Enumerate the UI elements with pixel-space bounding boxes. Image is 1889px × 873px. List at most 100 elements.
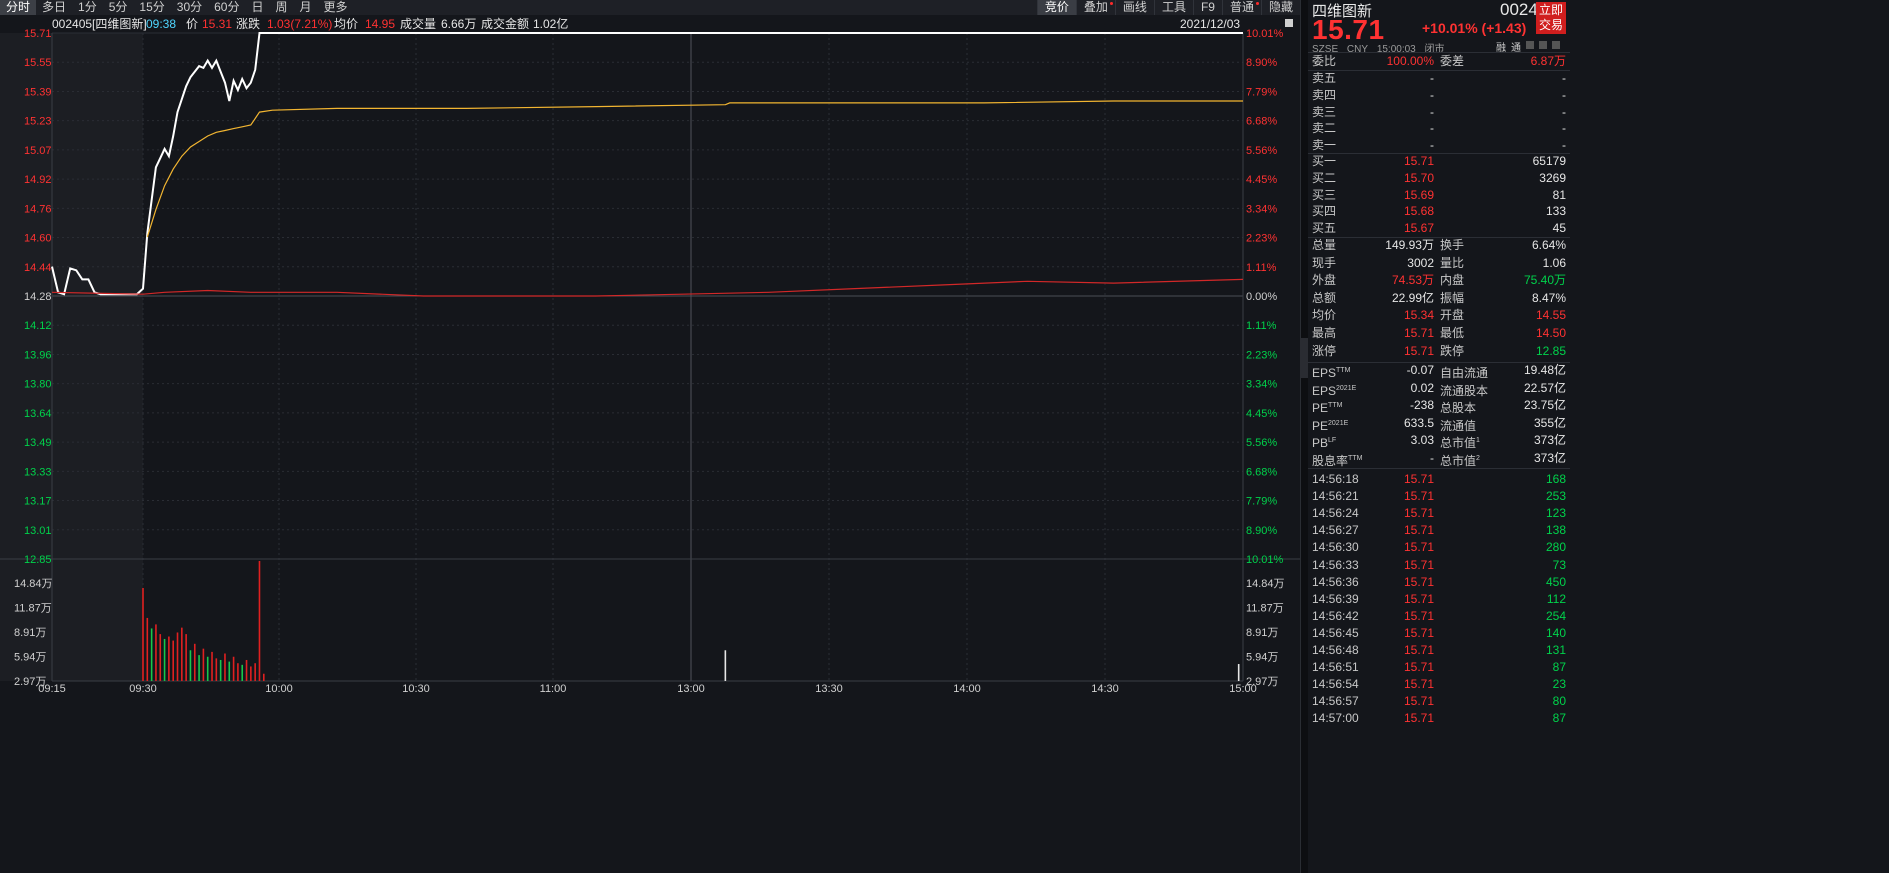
fund-value: 373亿 (1533, 433, 1566, 448)
volume-bar (142, 588, 144, 681)
stat-label: 现手 (1312, 255, 1337, 270)
tick-time: 14:56:18 (1312, 472, 1359, 486)
fundamentals-row: PE2021E 633.5 流通值 355亿 (1308, 415, 1570, 433)
tick-row: 14:56:57 15.71 80 (1308, 693, 1570, 710)
tick-row: 14:56:42 15.71 254 (1308, 608, 1570, 625)
period-tab[interactable]: 日 (245, 0, 269, 15)
y-tick-label-right: 6.68% (1246, 466, 1277, 478)
tool-button[interactable]: F9 (1192, 0, 1222, 15)
tool-button[interactable]: 普通 (1221, 0, 1261, 15)
fund-value: -0.07 (1406, 363, 1434, 377)
volume-bar (176, 632, 179, 681)
panel-divider[interactable] (1300, 0, 1308, 873)
period-tab[interactable]: 60分 (208, 0, 245, 15)
volume-bar (228, 661, 231, 681)
period-tab[interactable]: 分时 (0, 0, 37, 15)
add-icon[interactable] (1552, 41, 1560, 49)
fund-value: 22.57亿 (1523, 380, 1566, 395)
fund-label-sup: TTM (1336, 367, 1351, 374)
stat-label: 总额 (1312, 290, 1337, 305)
volume-tick-label-right: 8.91万 (1246, 627, 1278, 639)
tick-time: 14:56:27 (1312, 523, 1359, 538)
bids-price: 15.70 (1403, 170, 1434, 185)
y-tick-label: 13.80 (24, 379, 52, 391)
pencil-icon[interactable] (1526, 41, 1534, 49)
y-tick-label-right: 2.23% (1246, 349, 1277, 361)
stat-label: 跌停 (1440, 343, 1465, 358)
y-tick-label: 14.60 (24, 233, 52, 245)
bids-price: 15.71 (1403, 154, 1434, 168)
y-tick-label-right: 5.56% (1246, 145, 1277, 157)
stat-value: 15.71 (1403, 326, 1434, 340)
tick-row: 14:56:45 15.71 140 (1308, 625, 1570, 642)
bell-icon[interactable] (1539, 41, 1547, 49)
period-tab[interactable]: 月 (294, 0, 318, 15)
volume-bar (206, 656, 209, 681)
tick-volume: 280 (1545, 540, 1566, 555)
period-tab[interactable]: 1分 (72, 0, 103, 15)
stats-row: 外盘 74.53万 内盘 75.40万 (1308, 272, 1570, 289)
period-tab[interactable]: 多日 (36, 0, 72, 15)
volume-bar (224, 653, 226, 681)
volume-tick-label: 5.94万 (14, 652, 46, 664)
trade-now-button[interactable]: 立即交易 (1536, 2, 1566, 34)
tick-price: 15.71 (1403, 660, 1434, 675)
y-tick-label-right: 1.11% (1246, 262, 1277, 274)
fund-label-sup: 1 (1476, 437, 1480, 445)
bids-price: 15.68 (1403, 204, 1434, 219)
period-tab[interactable]: 15分 (133, 0, 170, 15)
tick-time: 14:56:57 (1312, 694, 1359, 709)
tick-volume: 87 (1552, 711, 1566, 726)
tick-volume: 168 (1545, 472, 1566, 486)
index-line (51, 278, 1244, 297)
tick-price: 15.71 (1403, 711, 1434, 726)
avg-label: 均价 (334, 17, 359, 31)
tool-button[interactable]: 竞价 (1036, 0, 1076, 15)
volume-bar (254, 663, 256, 681)
stat-label: 开盘 (1440, 308, 1465, 323)
fund-value: 0.02 (1410, 380, 1434, 395)
stat-value: 14.55 (1535, 308, 1566, 323)
chart-svg[interactable]: 15.7115.5515.3915.2315.0714.9214.7614.60… (0, 0, 1300, 873)
stat-label: 总量 (1312, 238, 1337, 252)
tool-button[interactable]: 工具 (1153, 0, 1193, 15)
tick-time: 14:56:36 (1312, 574, 1359, 589)
tool-button[interactable]: 画线 (1114, 0, 1154, 15)
volume-tick-label: 8.91万 (14, 627, 46, 639)
tick-price: 15.71 (1403, 574, 1434, 589)
y-tick-label: 14.76 (24, 203, 52, 215)
asks-label: 卖二 (1312, 121, 1337, 136)
fund-label-text: PB (1312, 436, 1329, 451)
stat-label: 涨停 (1312, 343, 1337, 358)
y-tick-label-right: 6.68% (1246, 116, 1277, 128)
bids-volume: 45 (1552, 221, 1566, 236)
asks-volume: - (1562, 138, 1566, 153)
stat-label: 内盘 (1440, 273, 1465, 288)
period-tab[interactable]: 更多 (318, 0, 354, 15)
y-tick-label: 15.23 (24, 116, 52, 128)
asks-row: 卖一 - - (1308, 137, 1570, 154)
tool-button[interactable]: 叠加 (1075, 0, 1115, 15)
stat-value: 8.47% (1531, 290, 1566, 305)
period-tab[interactable]: 30分 (171, 0, 208, 15)
tick-price: 15.71 (1403, 625, 1434, 640)
period-tab[interactable]: 5分 (103, 0, 134, 15)
tick-price: 15.71 (1403, 506, 1434, 521)
stats-row: 均价 15.34 开盘 14.55 (1308, 307, 1570, 324)
asks-label: 卖四 (1312, 87, 1337, 102)
volume-bar (250, 666, 252, 681)
tick-row: 14:56:33 15.71 73 (1308, 557, 1570, 574)
collapse-handle[interactable] (1300, 338, 1308, 378)
volume-bar (193, 643, 196, 681)
tool-button[interactable]: 隐藏 (1260, 0, 1300, 15)
weicha-label: 委差 (1440, 54, 1465, 68)
period-tab[interactable]: 周 (270, 0, 294, 15)
stat-label: 换手 (1440, 238, 1465, 252)
volume-tick-label: 14.84万 (14, 578, 53, 590)
x-tick-label: 11:00 (540, 683, 567, 695)
intraday-chart[interactable]: 15.71 15.55 15.39 15.23 15.07 14.92 14.76 14.60… (0, 0, 1300, 873)
fund-label-sup: TTM (1348, 455, 1363, 462)
tick-time: 14:56:45 (1312, 625, 1359, 640)
bids-price: 15.69 (1403, 187, 1434, 202)
tick-row: 14:56:39 15.71 112 (1308, 591, 1570, 608)
